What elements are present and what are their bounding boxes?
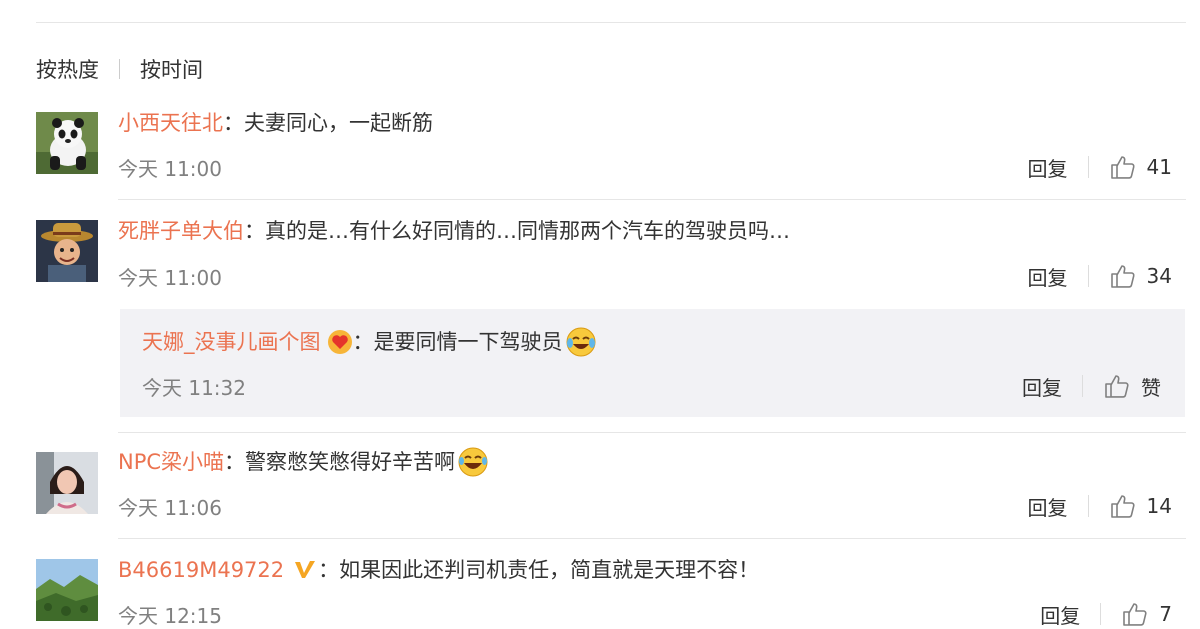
like-button[interactable]: 34 [1109,262,1172,290]
colon: ： [318,558,340,582]
avatar-landscape-image [36,559,98,621]
comment-time: 今天 12:15 [118,603,222,628]
thumbs-up-icon [1123,603,1147,626]
comment-line: 死胖子单大伯：真的是…有什么好同情的…同情那两个汽车的驾驶员吗… [118,216,1186,246]
sub-reply-box: 天娜_没事儿画个图 ：是要同情一下驾驶员 今天 11:32 回复 赞 [120,309,1185,417]
reply-button[interactable]: 回复 [1028,262,1068,291]
reply-button[interactable]: 回复 [1022,372,1062,401]
thumbs-up-icon [1110,156,1135,179]
comment-text: 如果因此还判司机责任，简直就是天理不容！ [339,558,760,582]
sort-by-time-tab[interactable]: 按时间 [140,54,203,84]
comment-divider [118,432,1186,433]
laughing-tears-emoji-icon [458,447,488,477]
like-button[interactable]: 41 [1109,153,1172,181]
sub-reply-line: 天娜_没事儿画个图 ：是要同情一下驾驶员 [142,326,597,358]
comment-username[interactable]: NPC梁小喵 [118,447,224,477]
comment-actions: 回复 14 [1028,491,1172,521]
colon: ： [352,330,374,354]
like-count: 41 [1146,155,1172,179]
reply-button[interactable]: 回复 [1028,153,1068,182]
avatar[interactable] [36,452,98,514]
comment-meta: 今天 12:15 [118,599,1186,629]
thumbs-up-icon [1105,375,1129,398]
action-separator [1082,375,1083,397]
comment-username[interactable]: B46619M49722 [118,555,284,585]
thumbs-up-icon [1110,495,1135,518]
comment-text: 真的是…有什么好同情的…同情那两个汽车的驾驶员吗… [265,219,790,243]
verified-v-icon [295,561,316,578]
like-button[interactable]: 赞 [1103,372,1161,401]
comment-username[interactable]: 小西天往北 [118,108,223,138]
action-separator [1100,603,1102,625]
avatar-cowboy-image [36,220,98,282]
like-count: 7 [1159,602,1172,626]
like-count: 34 [1146,264,1172,288]
sub-reply-actions: 回复 赞 [1022,371,1161,401]
action-separator [1087,156,1089,178]
avatar[interactable] [36,220,98,282]
sort-bar: 按热度 按时间 [36,54,203,84]
comment-actions: 回复 7 [1040,599,1172,629]
reply-button[interactable]: 回复 [1040,600,1080,629]
avatar[interactable] [36,112,98,174]
colon: ： [244,219,265,243]
comment-meta: 今天 11:00 [118,152,1186,182]
sub-reply-time: 今天 11:32 [142,375,246,400]
action-separator [1087,265,1089,287]
sort-separator [119,59,120,79]
comment-text: 警察憋笑憋得好辛苦啊 [245,450,456,474]
comment-time: 今天 11:00 [118,265,222,290]
comment-divider [118,199,1186,200]
comment-line: NPC梁小喵：警察憋笑憋得好辛苦啊 [118,446,1186,478]
comment-time: 今天 11:00 [118,156,222,181]
crying-laugh-emoji-icon [566,327,595,357]
comment-username[interactable]: 死胖子单大伯 [118,216,244,246]
like-button[interactable]: 14 [1109,492,1172,520]
sort-by-hot-tab[interactable]: 按热度 [36,54,99,84]
sub-reply-username[interactable]: 天娜_没事儿画个图 [142,327,321,357]
comment-text: 夫妻同心，一起断筋 [244,111,433,135]
sub-reply-text: 是要同情一下驾驶员 [373,330,563,354]
action-separator [1087,495,1089,517]
comment-meta: 今天 11:00 [118,261,1186,291]
comment-divider [118,538,1186,539]
comment-actions: 回复 41 [1028,152,1172,182]
comment-actions: 回复 34 [1028,261,1172,291]
comment-line: 小西天往北：夫妻同心，一起断筋 [118,108,1186,138]
avatar[interactable] [36,559,98,621]
colon: ： [224,450,246,474]
like-button[interactable]: 7 [1121,600,1172,628]
avatar-woman-image [36,452,98,514]
reply-button[interactable]: 回复 [1028,492,1068,521]
avatar-panda-image [36,112,98,174]
thumbs-up-icon [1110,265,1135,288]
top-divider [36,22,1186,23]
comment-time: 今天 11:06 [118,495,222,520]
heart-badge-icon [327,330,352,354]
like-count: 14 [1146,494,1172,518]
comment-meta: 今天 11:06 [118,491,1186,521]
comment-line: B46619M49722 ：如果因此还判司机责任，简直就是天理不容！ [118,555,1186,585]
colon: ： [223,111,244,135]
like-label: 赞 [1141,375,1161,400]
